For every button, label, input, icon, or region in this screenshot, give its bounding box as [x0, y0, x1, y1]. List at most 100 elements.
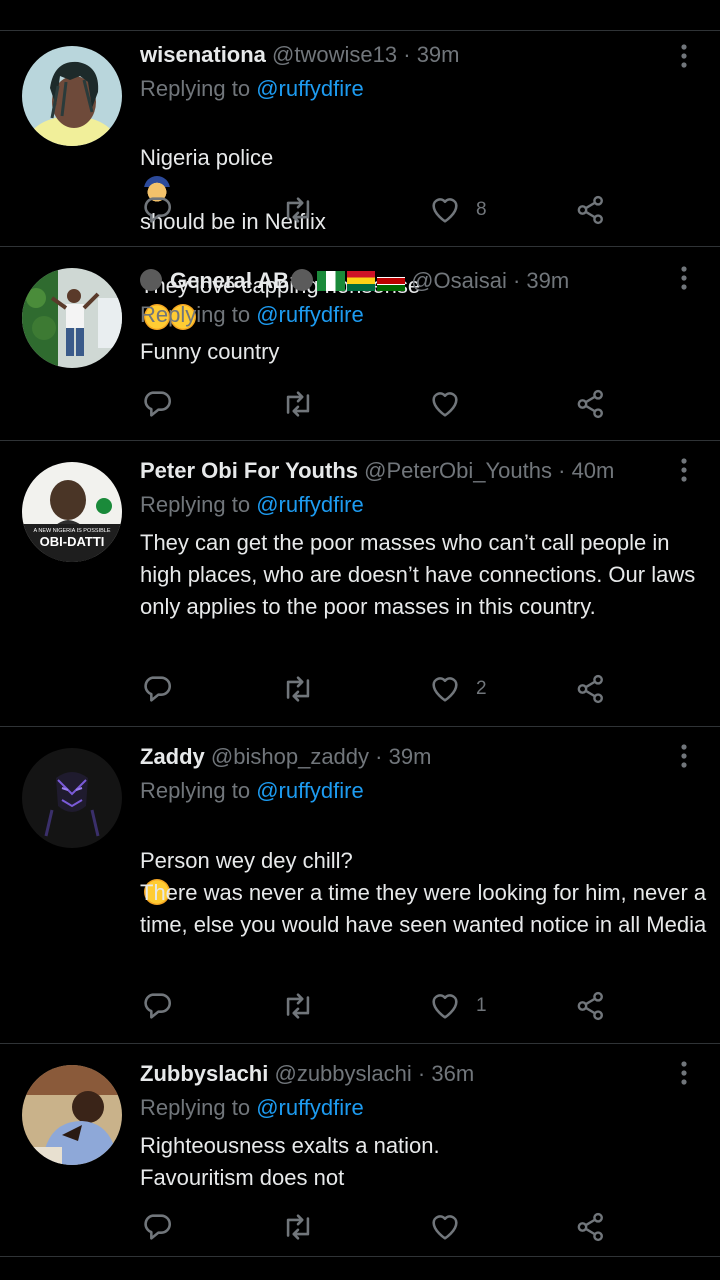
tweet-header: Peter Obi For Youths @PeterObi_Youths · …	[140, 456, 614, 486]
replying-to-link[interactable]: @ruffydfire	[256, 76, 364, 101]
tweet-header: wisenationa @twowise13 · 39m	[140, 40, 459, 70]
ghana-flag-emoji	[347, 271, 376, 291]
replying-prefix: Replying to	[140, 302, 257, 327]
avatar[interactable]	[22, 748, 122, 848]
tweet-actions	[140, 1209, 620, 1245]
tweet-actions	[140, 386, 620, 422]
retweet-icon	[286, 1214, 310, 1240]
separator: ·	[512, 268, 521, 293]
divider	[0, 440, 720, 441]
tweet[interactable]: A NEW NIGERIA IS POSSIBLE OBI-DATTI Pete…	[0, 456, 720, 726]
share-icon	[577, 674, 603, 704]
separator: ·	[558, 458, 566, 483]
like-button[interactable]: 8	[428, 192, 487, 228]
more-icon[interactable]	[672, 42, 696, 72]
more-icon[interactable]	[672, 456, 696, 486]
like-count: 2	[476, 678, 487, 699]
heart-icon	[432, 198, 458, 223]
retweet-button[interactable]	[280, 988, 316, 1024]
replying-to: Replying to @ruffydfire	[140, 1093, 364, 1123]
retweet-icon	[286, 993, 310, 1019]
tweet[interactable]: General AB @Osaisai · 39m Replying to @r…	[0, 266, 720, 440]
avatar[interactable]	[22, 46, 122, 146]
like-count: 1	[476, 995, 487, 1016]
handle[interactable]: @PeterObi_Youths	[364, 458, 552, 483]
reply-button[interactable]	[140, 1209, 174, 1245]
divider	[0, 30, 720, 31]
reply-button[interactable]	[140, 386, 174, 422]
replying-prefix: Replying to	[140, 492, 257, 517]
tweet-text: Funny country	[140, 339, 280, 364]
avatar[interactable]	[22, 1065, 122, 1165]
share-button[interactable]	[574, 192, 608, 228]
retweet-button[interactable]	[280, 671, 316, 707]
replying-to-link[interactable]: @ruffydfire	[256, 778, 364, 803]
display-name[interactable]: Zubbyslachi	[140, 1061, 268, 1086]
replying-prefix: Replying to	[140, 76, 257, 101]
share-button[interactable]	[574, 671, 608, 707]
handle[interactable]: @twowise13	[272, 42, 397, 67]
tweet[interactable]: wisenationa @twowise13 · 39m Replying to…	[0, 40, 720, 330]
reply-button[interactable]	[140, 988, 174, 1024]
tweet-header: Zaddy @bishop_zaddy · 39m	[140, 742, 431, 772]
tweet-actions: 8	[140, 192, 620, 228]
handle[interactable]: @Osaisai	[411, 268, 507, 293]
replying-to: Replying to @ruffydfire	[140, 776, 364, 806]
like-button[interactable]: 2	[428, 671, 487, 707]
heart-icon	[432, 677, 458, 702]
timestamp[interactable]: 39m	[526, 268, 569, 293]
handle[interactable]: @zubbyslachi	[274, 1061, 411, 1086]
replying-to-link[interactable]: @ruffydfire	[256, 302, 364, 327]
reply-button[interactable]	[140, 192, 174, 228]
tweet-text-part: There was never a time they were looking…	[140, 880, 707, 937]
more-icon[interactable]	[672, 264, 696, 294]
reply-icon	[144, 676, 171, 702]
avatar[interactable]	[22, 268, 122, 368]
replying-to: Replying to @ruffydfire	[140, 490, 364, 520]
avatar[interactable]: A NEW NIGERIA IS POSSIBLE OBI-DATTI	[22, 462, 122, 562]
gorilla-emoji	[291, 269, 314, 291]
display-name[interactable]: General AB	[170, 268, 289, 293]
like-count: 8	[476, 199, 487, 220]
timestamp[interactable]: 39m	[389, 744, 432, 769]
timestamp[interactable]: 39m	[417, 42, 460, 67]
retweet-icon	[286, 676, 310, 702]
kenya-flag-emoji	[377, 271, 406, 291]
replying-prefix: Replying to	[140, 778, 257, 803]
handle[interactable]: @bishop_zaddy	[211, 744, 369, 769]
gorilla-emoji	[140, 269, 162, 291]
share-icon	[577, 991, 603, 1021]
avatar-caption-bottom: OBI-DATTI	[40, 534, 105, 549]
display-name[interactable]: Peter Obi For Youths	[140, 458, 358, 483]
timestamp[interactable]: 36m	[431, 1061, 474, 1086]
share-button[interactable]	[574, 988, 608, 1024]
timestamp[interactable]: 40m	[572, 458, 615, 483]
divider	[0, 1043, 720, 1044]
heart-icon	[432, 392, 458, 417]
tweet[interactable]: Zaddy @bishop_zaddy · 39m Replying to @r…	[0, 742, 720, 1042]
tweet[interactable]: Zubbyslachi @zubbyslachi · 36m Replying …	[0, 1059, 720, 1259]
like-button[interactable]	[428, 386, 476, 422]
tweet-actions: 2	[140, 671, 620, 707]
divider	[0, 1256, 720, 1257]
display-name[interactable]: wisenationa	[140, 42, 266, 67]
tweet-text-part: Person wey dey chill?	[140, 848, 353, 873]
replying-to-link[interactable]: @ruffydfire	[256, 492, 364, 517]
retweet-button[interactable]	[280, 1209, 316, 1245]
like-button[interactable]: 1	[428, 988, 487, 1024]
display-name[interactable]: Zaddy	[140, 744, 205, 769]
like-button[interactable]	[428, 1209, 476, 1245]
separator: ·	[403, 42, 411, 67]
retweet-button[interactable]	[280, 386, 316, 422]
more-icon[interactable]	[672, 1059, 696, 1089]
retweet-button[interactable]	[280, 192, 316, 228]
replying-to-link[interactable]: @ruffydfire	[256, 1095, 364, 1120]
reply-icon	[144, 1214, 171, 1240]
tweet-actions: 1	[140, 988, 620, 1024]
more-icon[interactable]	[672, 742, 696, 772]
reply-icon	[144, 391, 171, 417]
reply-button[interactable]	[140, 671, 174, 707]
tweet-header: Zubbyslachi @zubbyslachi · 36m	[140, 1059, 474, 1089]
share-button[interactable]	[574, 386, 608, 422]
share-button[interactable]	[574, 1209, 608, 1245]
